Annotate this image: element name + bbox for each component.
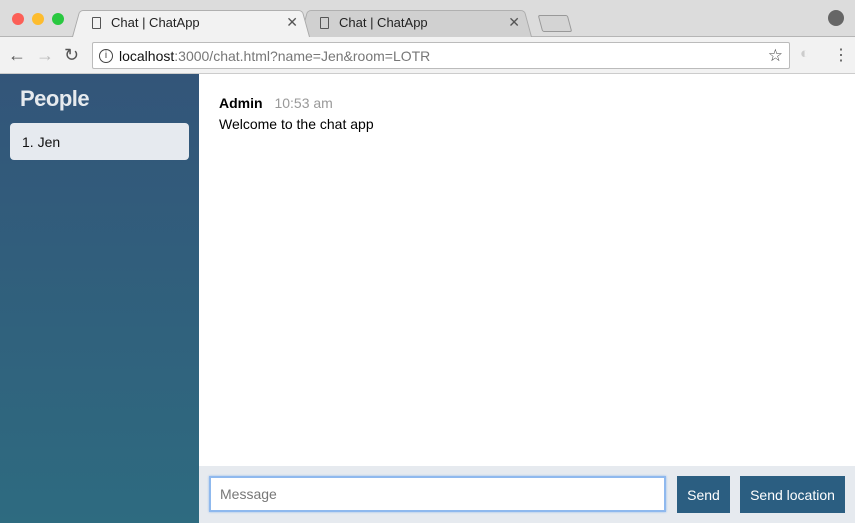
browser-toolbar: ← → ↻ i localhost:3000/chat.html?name=Je… xyxy=(0,37,855,74)
profile-icon[interactable] xyxy=(828,10,844,26)
message-time: 10:53 am xyxy=(274,95,333,111)
minimize-window-button[interactable] xyxy=(32,13,44,25)
message-author: Admin xyxy=(219,95,263,111)
info-icon[interactable]: i xyxy=(99,48,113,63)
extension-icon[interactable]: ◐ xyxy=(800,45,809,62)
reload-icon[interactable]: ↻ xyxy=(64,45,79,66)
sidebar-title: People xyxy=(20,86,90,111)
message-text: Welcome to the chat app xyxy=(219,116,374,132)
send-button[interactable]: Send xyxy=(677,476,730,513)
forward-icon[interactable]: → xyxy=(36,45,54,66)
address-bar[interactable]: i localhost:3000/chat.html?name=Jen&room… xyxy=(92,42,790,69)
browser-tab-bar: Chat | ChatApp ✕ Chat | ChatApp ✕ xyxy=(0,0,855,37)
message-form: Message Send Send location xyxy=(199,466,855,523)
new-tab-button[interactable] xyxy=(537,15,573,32)
bookmark-star-icon[interactable]: ☆ xyxy=(768,46,783,66)
close-window-button[interactable] xyxy=(12,13,24,25)
menu-icon[interactable]: ⋮ xyxy=(833,45,849,65)
back-icon[interactable]: ← xyxy=(8,45,26,66)
people-sidebar: People 1. Jen xyxy=(0,74,199,523)
message-input[interactable]: Message xyxy=(209,476,666,512)
close-tab-icon[interactable]: ✕ xyxy=(286,14,298,31)
tab-active[interactable]: Chat | ChatApp ✕ xyxy=(72,8,310,37)
tab-inactive[interactable]: Chat | ChatApp ✕ xyxy=(300,8,532,37)
close-tab-icon[interactable]: ✕ xyxy=(508,14,520,31)
page-icon xyxy=(320,16,329,29)
message: Admin 10:53 am Welcome to the chat app xyxy=(219,95,374,132)
maximize-window-button[interactable] xyxy=(52,13,64,25)
page-icon xyxy=(92,16,101,29)
user-list-item: 1. Jen xyxy=(10,123,189,160)
send-location-button[interactable]: Send location xyxy=(740,476,845,513)
